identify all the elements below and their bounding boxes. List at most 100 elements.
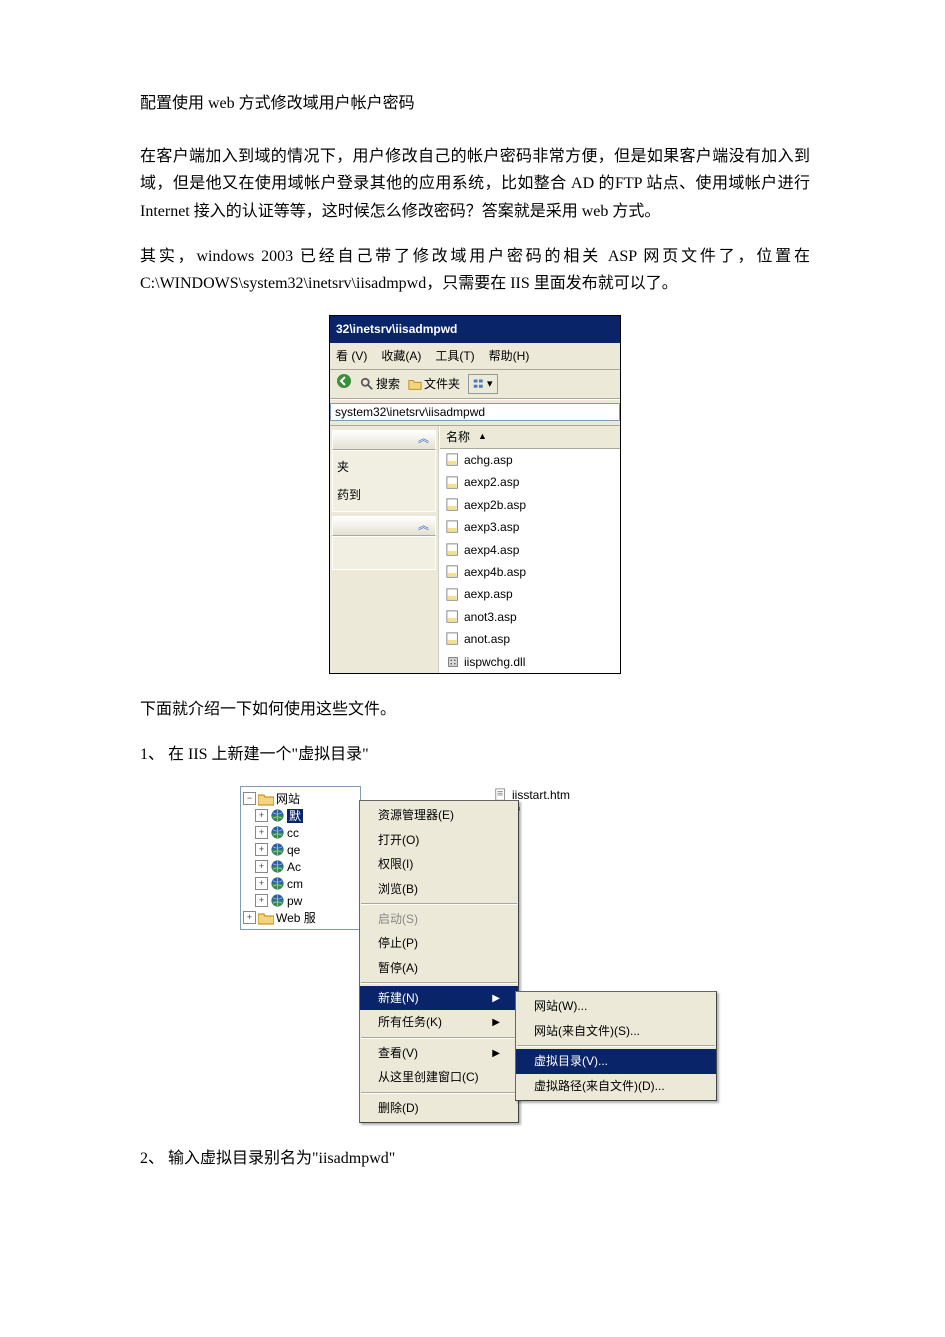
- asp-file-icon: [446, 565, 460, 579]
- context-submenu: 网站(W)... 网站(来自文件)(S)... 虚拟目录(V)... 虚拟路径(…: [515, 991, 717, 1101]
- explorer-toolbar: 搜索 文件夹 ▾: [330, 370, 620, 399]
- globe-icon: [270, 808, 285, 823]
- file-name: achg.asp: [464, 450, 513, 470]
- menu-view[interactable]: 看 (V): [336, 346, 367, 366]
- ctx-item-all-tasks[interactable]: 所有任务(K)▶: [360, 1010, 518, 1034]
- submenu-arrow-icon: ▶: [492, 1045, 500, 1062]
- folders-label: 文件夹: [424, 374, 460, 394]
- asp-file-icon: [446, 588, 460, 602]
- tree-item[interactable]: +cc: [243, 824, 358, 841]
- sub-item-site[interactable]: 网站(W)...: [516, 994, 716, 1018]
- search-button[interactable]: 搜索: [360, 374, 400, 394]
- ctx-item-permission[interactable]: 权限(I): [360, 852, 518, 876]
- task-head-1[interactable]: ︽: [332, 430, 436, 450]
- ctx-item-browse[interactable]: 浏览(B): [360, 877, 518, 901]
- task-body-2: [332, 536, 436, 570]
- globe-icon: [270, 876, 285, 891]
- ctx-item-start[interactable]: 启动(S): [360, 907, 518, 931]
- submenu-arrow-icon: ▶: [492, 990, 500, 1007]
- list-item[interactable]: aexp2.asp: [440, 471, 620, 493]
- globe-icon: [270, 859, 285, 874]
- list-item[interactable]: aexp.asp: [440, 583, 620, 605]
- file-name: aexp2.asp: [464, 472, 519, 492]
- file-name: aexp.asp: [464, 584, 513, 604]
- expand-icon[interactable]: +: [255, 826, 268, 839]
- tree-item-web[interactable]: + Web 服: [243, 909, 358, 926]
- chevron-up-icon: ︽: [418, 517, 429, 536]
- asp-file-icon: [446, 476, 460, 490]
- task-text-2: 药到: [337, 485, 431, 505]
- task-text-1: 夹: [337, 457, 431, 477]
- ctx-item-new[interactable]: 新建(N)▶: [360, 986, 518, 1010]
- asp-file-icon: [446, 632, 460, 646]
- menu-fav[interactable]: 收藏(A): [381, 346, 421, 366]
- explorer-titlebar: 32\inetsrv\iisadmpwd: [330, 316, 620, 342]
- file-list: achg.aspaexp2.aspaexp2b.aspaexp3.aspaexp…: [440, 449, 620, 673]
- task-head-2[interactable]: ︽: [332, 516, 436, 536]
- submenu-arrow-icon: ▶: [492, 1014, 500, 1031]
- step-2: 2、 输入虚拟目录别名为"iisadmpwd": [140, 1145, 810, 1172]
- list-item[interactable]: aexp3.asp: [440, 516, 620, 538]
- expand-icon[interactable]: +: [255, 877, 268, 890]
- folders-button[interactable]: 文件夹: [408, 374, 460, 394]
- file-name: iisstart.htm: [512, 785, 570, 805]
- ctx-item-delete[interactable]: 删除(D): [360, 1096, 518, 1120]
- globe-icon: [270, 825, 285, 840]
- paragraph-1: 在客户端加入到域的情况下，用户修改自己的帐户密码非常方便，但是如果客户端没有加入…: [140, 143, 810, 225]
- step-1: 1、 在 IIS 上新建一个"虚拟目录": [140, 741, 810, 768]
- menu-separator: [361, 982, 517, 984]
- list-item[interactable]: aexp4.asp: [440, 539, 620, 561]
- paragraph-3: 下面就介绍一下如何使用这些文件。: [140, 696, 810, 723]
- expand-icon[interactable]: +: [255, 843, 268, 856]
- asp-file-icon: [446, 520, 460, 534]
- expand-icon[interactable]: +: [243, 911, 256, 924]
- menu-separator: [361, 1037, 517, 1039]
- menu-tools[interactable]: 工具(T): [435, 346, 474, 366]
- dll-icon: [446, 655, 460, 669]
- expand-icon[interactable]: +: [255, 860, 268, 873]
- column-header-name[interactable]: 名称 ▲: [440, 426, 620, 449]
- explorer-file-pane: 名称 ▲ achg.aspaexp2.aspaexp2b.aspaexp3.as…: [439, 426, 620, 673]
- tree-label: Web 服: [276, 908, 316, 928]
- menu-separator: [517, 1045, 715, 1047]
- tree-item[interactable]: +默: [243, 807, 358, 824]
- list-item[interactable]: anot.asp: [440, 628, 620, 650]
- asp-file-icon: [446, 498, 460, 512]
- list-item[interactable]: aexp4b.asp: [440, 561, 620, 583]
- asp-file-icon: [446, 610, 460, 624]
- list-item[interactable]: aexp2b.asp: [440, 494, 620, 516]
- view-button[interactable]: ▾: [468, 374, 498, 395]
- ctx-item-explorer[interactable]: 资源管理器(E): [360, 803, 518, 827]
- ctx-item-view[interactable]: 查看(V)▶: [360, 1041, 518, 1065]
- ctx-item-pause[interactable]: 暂停(A): [360, 956, 518, 980]
- menu-help[interactable]: 帮助(H): [489, 346, 530, 366]
- collapse-icon[interactable]: −: [243, 792, 256, 805]
- list-item[interactable]: anot3.asp: [440, 606, 620, 628]
- sub-item-virtual-dir[interactable]: 虚拟目录(V)...: [516, 1049, 716, 1073]
- back-icon[interactable]: [336, 373, 352, 395]
- sub-item-site-file[interactable]: 网站(来自文件)(S)...: [516, 1019, 716, 1043]
- task-body-1: 夹 药到: [332, 450, 436, 513]
- doc-title: 配置使用 web 方式修改域用户帐户密码: [140, 90, 810, 117]
- menu-separator: [361, 1092, 517, 1094]
- expand-icon[interactable]: +: [255, 894, 268, 907]
- ctx-item-newwindow[interactable]: 从这里创建窗口(C): [360, 1065, 518, 1089]
- list-item[interactable]: iispwchg.dll: [440, 651, 620, 673]
- file-name: aexp3.asp: [464, 517, 519, 537]
- ctx-item-stop[interactable]: 停止(P): [360, 931, 518, 955]
- explorer-menubar: 看 (V) 收藏(A) 工具(T) 帮助(H): [330, 343, 620, 370]
- ctx-item-open[interactable]: 打开(O): [360, 828, 518, 852]
- list-item[interactable]: achg.asp: [440, 449, 620, 471]
- address-bar: [330, 399, 620, 425]
- expand-icon[interactable]: +: [255, 809, 268, 822]
- colhead-label: 名称: [446, 427, 470, 447]
- context-menu: 资源管理器(E) 打开(O) 权限(I) 浏览(B) 启动(S) 停止(P) 暂…: [359, 800, 519, 1123]
- explorer-figure: 32\inetsrv\iisadmpwd 看 (V) 收藏(A) 工具(T) 帮…: [140, 315, 810, 674]
- address-input[interactable]: [330, 403, 620, 421]
- asp-file-icon: [446, 453, 460, 467]
- iis-tree: − 网站 +默+cc+qe+Ac+cm+pw + Web 服: [240, 786, 361, 930]
- globe-icon: [270, 842, 285, 857]
- iis-figure: iisstart.htm br.gif db − 网站 +默+cc+qe+Ac+…: [140, 786, 810, 1123]
- asp-file-icon: [446, 543, 460, 557]
- sub-item-virtual-path-file[interactable]: 虚拟路径(来自文件)(D)...: [516, 1074, 716, 1098]
